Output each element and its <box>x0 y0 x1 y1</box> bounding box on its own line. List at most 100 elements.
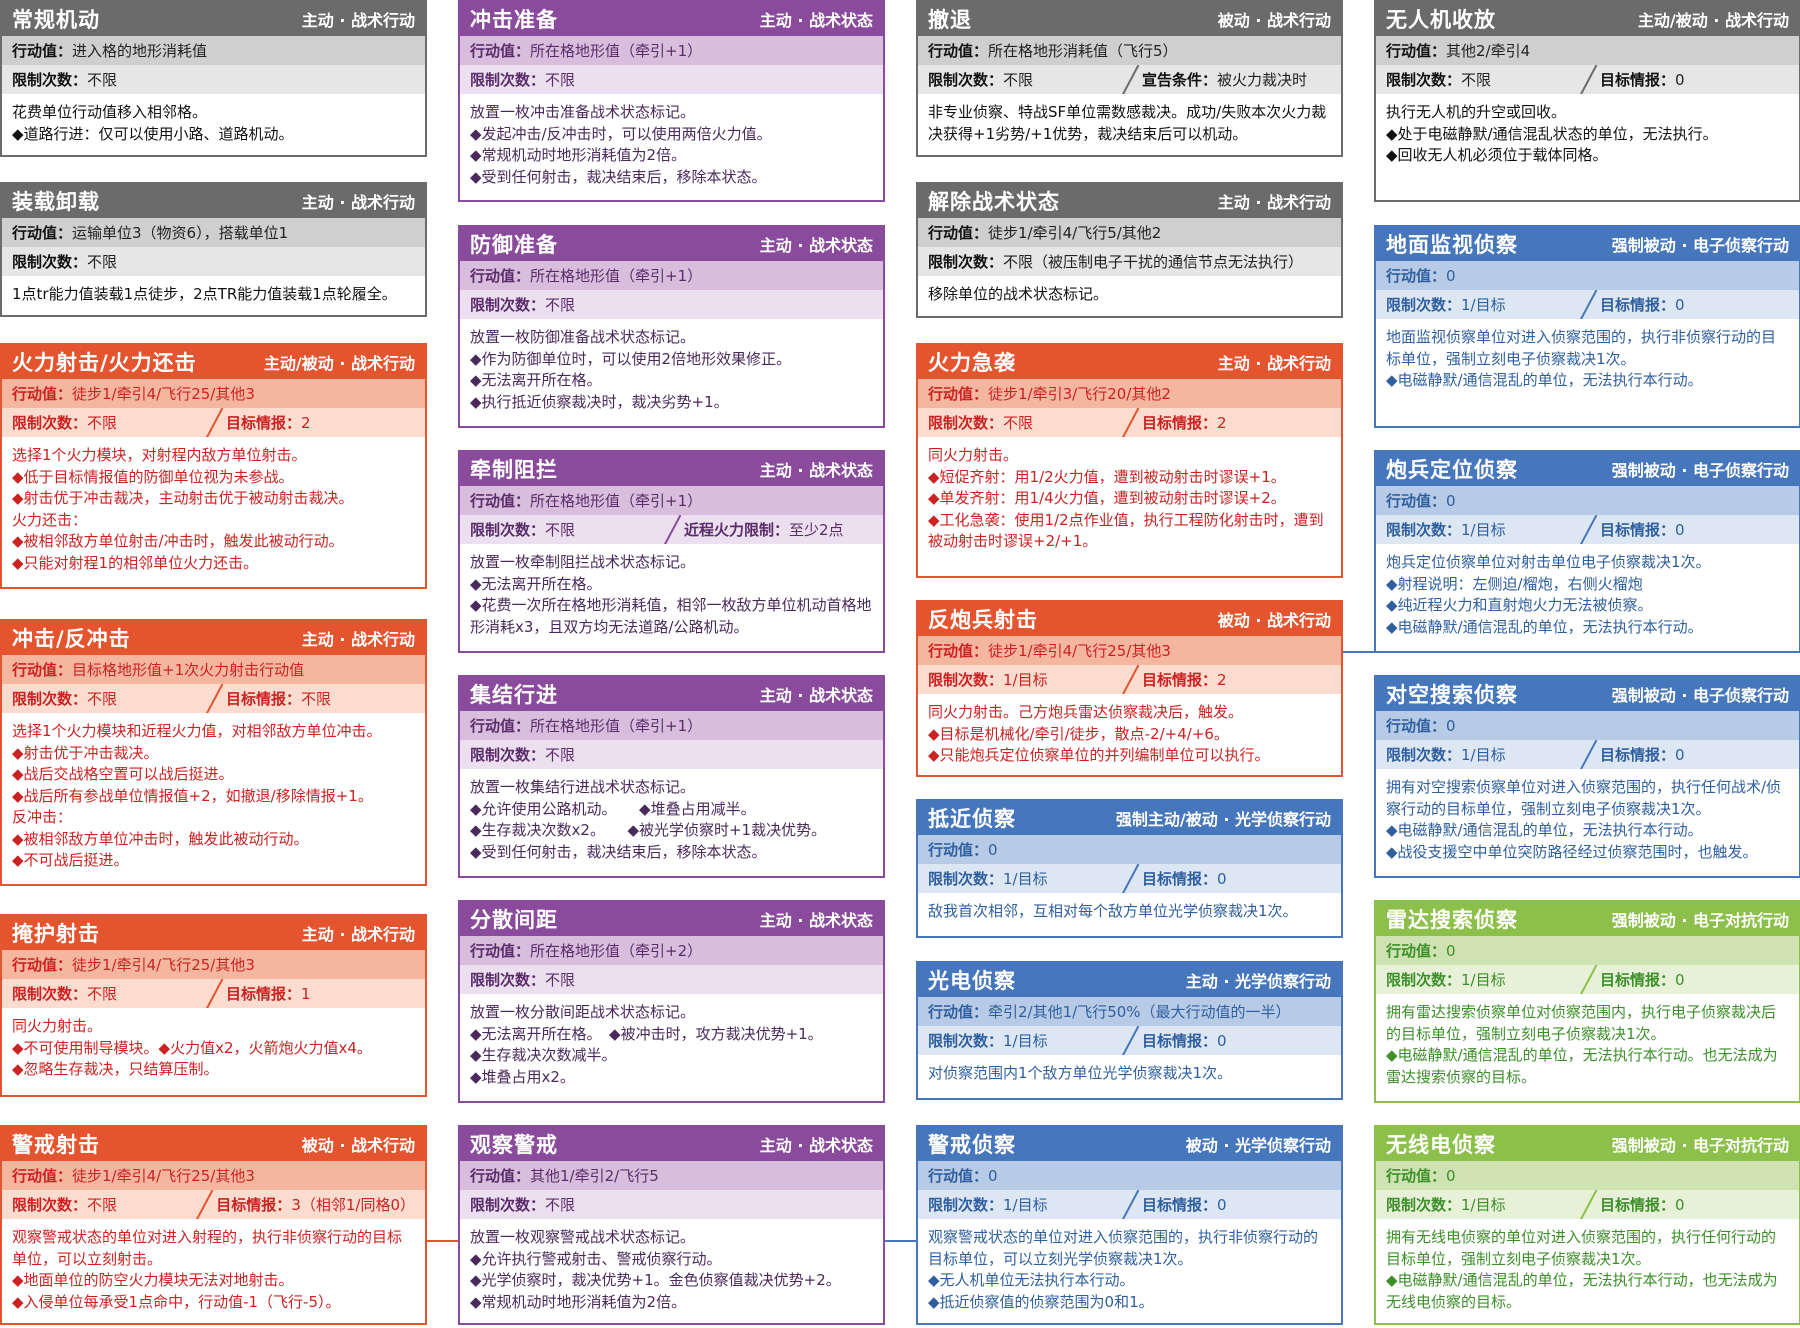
rule-line: ◆入侵单位每承受1点命中，行动值-1（飞行-5）。 <box>12 1292 341 1311</box>
limit-cell: 限制次数：不限 <box>12 688 202 709</box>
action-value: 徒步1/牵引3/飞行20/其他2 <box>988 385 1171 403</box>
rule-line: 选择1个火力模块和近程火力值，对相邻敌方单位冲击。 <box>12 722 382 740</box>
action-value-row: 行动值： 所在格地形值（牵引+1） <box>460 261 883 290</box>
intel-label: 目标情报： <box>1600 1196 1676 1214</box>
limit-cell: 限制次数：不限 <box>470 969 575 990</box>
card-header: 光电侦察 主动 · 光学侦察行动 <box>918 963 1341 997</box>
intel-label: 目标情报： <box>1142 1032 1218 1050</box>
limit-value: 1/目标 <box>1461 1196 1506 1214</box>
card-body: 拥有无线电侦察的单位对进入侦察范围的，执行任何行动的目标单位，强制立刻电子侦察裁… <box>1376 1219 1799 1319</box>
action-value-row: 行动值： 目标格地形值+1次火力射击行动值 <box>2 655 425 684</box>
limit-label: 限制次数： <box>12 253 88 271</box>
limit-label: 限制次数： <box>1386 71 1462 89</box>
card-body: 放置一枚冲击准备战术状态标记。 ◆发起冲击/反冲击时，可以使用两倍火力值。 ◆常规机… <box>460 94 883 194</box>
limit-label: 限制次数： <box>470 296 546 314</box>
rule-line: 花费单位行动值移入相邻格。 <box>12 103 208 121</box>
rule-line: ◆忽略生存裁决，只结算压制。 <box>12 1060 219 1078</box>
action-value-label: 行动值： <box>12 956 73 974</box>
action-value-row: 行动值： 所在格地形值（牵引+1） <box>460 711 883 740</box>
action-value-row: 行动值： 0 <box>1376 711 1799 740</box>
action-value-row: 行动值： 徒步1/牵引4/飞行25/其他3 <box>2 950 425 979</box>
limit-cell: 限制次数：不限 <box>12 412 202 433</box>
action-value: 0 <box>988 1166 998 1185</box>
condition-value: 被火力裁决时 <box>1217 71 1308 89</box>
intel-label: 目标情报： <box>1142 414 1218 432</box>
card-tag: 主动 · 战术行动 <box>1217 354 1331 373</box>
action-card: 地面监视侦察 强制被动 · 电子侦察行动 行动值： 0 限制次数： 1/目标 目标情报： 0 地… <box>1374 225 1800 428</box>
card-title: 警戒射击 <box>12 1133 100 1157</box>
card-title: 反炮兵射击 <box>928 608 1038 632</box>
limit-label: 限制次数： <box>470 521 546 539</box>
action-value: 徒步1/牵引4/飞行25/其他3 <box>988 642 1171 660</box>
rule-line: 拥有雷达搜索侦察单位对侦察范围内，执行电子侦察裁决后的目标单位，强制立刻电子侦察… <box>1386 1003 1777 1043</box>
rule-line: ◆战后所有参战单位情报值+2，如撤退/移除情报+1。 <box>12 786 373 805</box>
action-value: 其他2/牵引4 <box>1446 42 1531 60</box>
limit-row: 限制次数：不限 <box>460 965 883 994</box>
limit-row: 限制次数： 1/目标 目标情报： 0 <box>1376 965 1799 994</box>
action-value: 徒步1/牵引4/飞行25/其他3 <box>72 385 255 403</box>
action-value: 目标格地形值+1次火力射击行动值 <box>72 661 305 679</box>
limit-label: 限制次数： <box>12 690 88 708</box>
action-card: 常规机动 主动 · 战术行动 行动值： 进入格的地形消耗值 限制次数：不限 花费单位行动值… <box>0 0 427 157</box>
card-tag: 主动 · 战术状态 <box>759 461 873 480</box>
card-title: 抵近侦察 <box>928 807 1016 831</box>
card-body: 放置一枚牵制阻拦战术状态标记。 ◆无法离开所在格。 ◆花费一次所在格地形消耗值，相邻… <box>460 544 883 644</box>
limit-label: 限制次数： <box>1386 971 1462 989</box>
card-header: 反炮兵射击 被动 · 战术行动 <box>918 602 1341 636</box>
action-card: 牵制阻拦 主动 · 战术状态 行动值： 所在格地形值（牵引+1） 限制次数： 不限 近程火力… <box>458 450 885 653</box>
card-title: 冲击/反冲击 <box>12 627 131 651</box>
action-value-row: 行动值： 其他2/牵引4 <box>1376 36 1799 65</box>
limit-cell: 限制次数： 1/目标 <box>928 669 1118 690</box>
card-title: 炮兵定位侦察 <box>1386 458 1518 482</box>
limit-label: 限制次数： <box>1386 746 1462 764</box>
rule-line: ◆射击优于冲击裁决。 <box>12 743 159 762</box>
card-body: 敌我首次相邻，互相对每个敌方单位光学侦察裁决1次。 <box>918 893 1341 929</box>
action-value-row: 行动值： 其他1/牵引2/飞行5 <box>460 1161 883 1190</box>
card-body: 选择1个火力模块和近程火力值，对相邻敌方单位冲击。 ◆射击优于冲击裁决。 ◆战后交战… <box>2 713 425 878</box>
limit-value: 不限 <box>87 414 118 432</box>
intel-value: 0 <box>1217 1195 1227 1214</box>
limit-row: 限制次数： 1/目标 目标情报： 0 <box>918 1190 1341 1219</box>
action-value-label: 行动值： <box>1386 492 1447 510</box>
card-body: 1点tr能力值装载1点徒步，2点TR能力值装载1点轮履全。 <box>2 276 425 312</box>
action-card: 分散间距 主动 · 战术状态 行动值： 所在格地形值（牵引+2） 限制次数：不限 放置一枚… <box>458 900 885 1103</box>
limit-cell: 限制次数：不限 <box>1386 69 1576 90</box>
card-header: 抵近侦察 强制主动/被动 · 光学侦察行动 <box>918 801 1341 835</box>
rule-line: ◆光学侦察时，裁决优势+1。金色侦察值裁决优势+2。 <box>470 1271 841 1289</box>
action-value-label: 行动值： <box>928 224 989 242</box>
action-card: 解除战术状态 主动 · 战术行动 行动值： 徒步1/牵引4/飞行5/其他2 限制次数：不… <box>916 182 1343 318</box>
action-value: 所在格地形值（牵引+1） <box>530 42 703 60</box>
intel-label: 目标情报： <box>1600 71 1676 89</box>
rule-line: ◆受到任何射击，裁决结束后，移除本状态。 <box>470 167 767 186</box>
limit-label: 限制次数： <box>470 746 546 764</box>
card-tag: 主动 · 战术状态 <box>759 11 873 30</box>
action-card: 警戒侦察 被动 · 光学侦察行动 行动值： 0 限制次数： 1/目标 目标情报： 0 观察警戒状… <box>916 1125 1343 1325</box>
action-card: 光电侦察 主动 · 光学侦察行动 行动值： 牵引2/其他1/飞行50%（最大行动值的一… <box>916 961 1343 1100</box>
card-header: 分散间距 主动 · 战术状态 <box>460 902 883 936</box>
card-header: 集结行进 主动 · 战术状态 <box>460 677 883 711</box>
action-value: 徒步1/牵引4/飞行25/其他3 <box>72 1167 255 1185</box>
card-header: 掩护射击 主动 · 战术行动 <box>2 916 425 950</box>
limit-label: 限制次数： <box>928 414 1004 432</box>
row-divider <box>202 408 226 437</box>
card-tag: 被动 · 战术行动 <box>301 1136 415 1155</box>
limit-value: 1/目标 <box>1003 1196 1048 1214</box>
row-divider <box>1118 665 1142 694</box>
limit-row: 限制次数： 不限 宣告条件： 被火力裁决时 <box>918 65 1341 94</box>
row-divider <box>1576 1190 1600 1219</box>
rule-line: ◆单发齐射：用1/4火力值，遭到被动射击时谬误+2。 <box>928 489 1286 507</box>
action-value: 徒步1/牵引4/飞行5/其他2 <box>988 224 1162 242</box>
rule-line: ◆战役支援空中单位突防路径经过侦察范围时，也触发。 <box>1386 842 1758 861</box>
rule-line: ◆电磁静默/通信混乱的单位，无法执行本行动。 <box>1386 821 1703 839</box>
limit-row: 限制次数： 不限 目标情报： 2 <box>2 408 425 437</box>
rule-line: ◆不可战后挺进。 <box>12 851 129 869</box>
limit-label: 限制次数： <box>470 1196 546 1214</box>
action-value: 0 <box>1446 266 1456 285</box>
action-value-row: 行动值： 徒步1/牵引4/飞行25/其他3 <box>2 379 425 408</box>
limit-row: 限制次数：不限 <box>460 1190 883 1219</box>
card-header: 警戒侦察 被动 · 光学侦察行动 <box>918 1127 1341 1161</box>
limit-label: 限制次数： <box>12 414 88 432</box>
action-value-label: 行动值： <box>12 1167 73 1185</box>
card-body: 观察警戒状态的单位对进入侦察范围的，执行非侦察行动的目标单位，可以立刻光学侦察裁… <box>918 1219 1341 1319</box>
card-title: 警戒侦察 <box>928 1133 1016 1157</box>
